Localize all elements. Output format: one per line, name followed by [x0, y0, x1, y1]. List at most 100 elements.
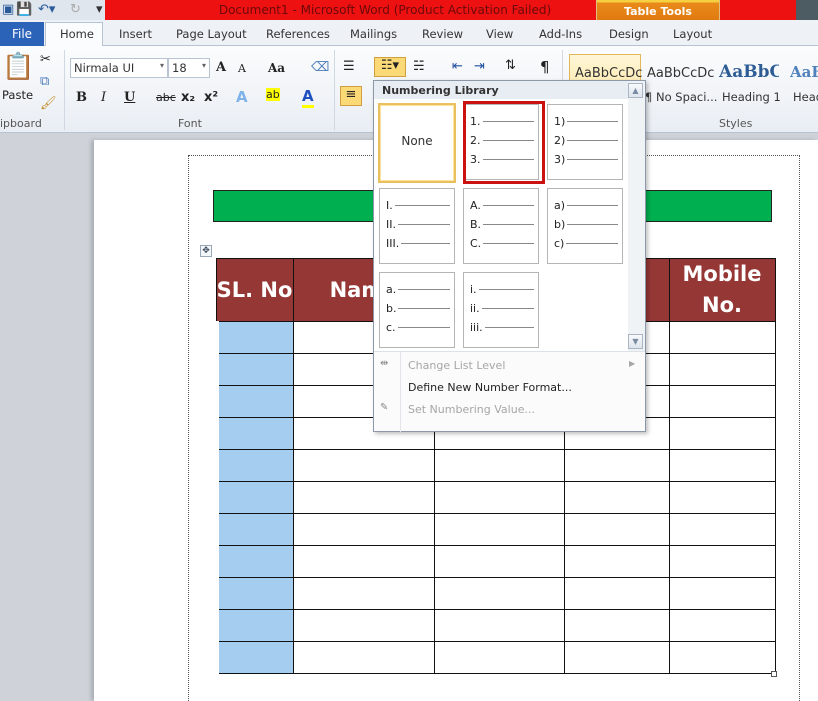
menu-set-numbering-value[interactable]: Set Numbering Value...: [408, 403, 535, 416]
tab-page-layout[interactable]: Page Layout: [176, 27, 247, 41]
table-cell[interactable]: [563, 641, 670, 674]
style-normal-preview[interactable]: AaBbCcDc: [575, 66, 642, 81]
multilevel-list-icon[interactable]: ☵: [413, 59, 425, 74]
italic-button[interactable]: I: [101, 90, 106, 105]
decrease-indent-icon[interactable]: ⇤: [452, 59, 463, 74]
subscript-button[interactable]: x₂: [181, 90, 195, 105]
style-no-spacing-preview[interactable]: AaBbCcDc: [647, 66, 714, 81]
strikethrough-button[interactable]: abc: [156, 91, 176, 104]
tab-layout[interactable]: Layout: [673, 27, 712, 41]
table-cell[interactable]: [433, 609, 565, 642]
table-cell[interactable]: [563, 513, 670, 546]
tab-view[interactable]: View: [486, 27, 513, 41]
align-left-icon[interactable]: ≡: [340, 86, 362, 106]
tab-home[interactable]: Home: [60, 27, 94, 41]
header-sl-no[interactable]: SL. No: [215, 258, 294, 322]
table-cell[interactable]: [213, 545, 294, 578]
scroll-up-icon[interactable]: ▲: [628, 83, 643, 98]
table-cell[interactable]: [213, 641, 294, 674]
grow-font-button[interactable]: A: [216, 60, 226, 75]
paste-icon[interactable]: 📋: [2, 52, 34, 82]
cut-icon[interactable]: ✂: [40, 52, 51, 67]
tab-references[interactable]: References: [266, 27, 330, 41]
table-cell[interactable]: [668, 321, 776, 354]
clear-formatting-icon[interactable]: ⌫: [311, 60, 329, 75]
style-heading2-preview[interactable]: AaB: [790, 63, 818, 81]
table-cell[interactable]: [668, 545, 776, 578]
tab-insert[interactable]: Insert: [119, 27, 152, 41]
superscript-button[interactable]: x²: [204, 90, 218, 105]
font-size-combo[interactable]: 18 ▾: [168, 58, 210, 78]
numbering-icon[interactable]: ☷▾: [374, 57, 406, 77]
text-effects-button[interactable]: A: [236, 88, 248, 106]
undo-icon[interactable]: ↶▾: [38, 2, 55, 17]
header-mobile-no[interactable]: Mobile No.: [668, 258, 776, 322]
table-cell[interactable]: [292, 449, 435, 482]
table-cell[interactable]: [563, 609, 670, 642]
table-cell[interactable]: [668, 577, 776, 610]
table-cell[interactable]: [668, 641, 776, 674]
sort-icon[interactable]: ⇅: [505, 58, 516, 73]
table-cell[interactable]: [668, 353, 776, 386]
numbering-option[interactable]: a) b) c): [547, 188, 623, 264]
tab-file[interactable]: File: [0, 22, 44, 46]
close-icon[interactable]: [796, 0, 818, 20]
numbering-option[interactable]: a. b. c.: [379, 272, 455, 348]
table-cell[interactable]: [668, 609, 776, 642]
gallery-scrollbar[interactable]: [628, 81, 645, 351]
table-cell[interactable]: [213, 609, 294, 642]
customize-icon[interactable]: ▾: [96, 2, 103, 17]
numbering-option[interactable]: 1) 2) 3): [547, 104, 623, 180]
table-cell[interactable]: [563, 481, 670, 514]
bullets-icon[interactable]: ☰: [343, 59, 355, 74]
menu-change-list-level[interactable]: Change List Level: [408, 359, 505, 372]
highlight-button[interactable]: ab: [266, 88, 280, 101]
underline-button[interactable]: U: [124, 90, 135, 105]
table-cell[interactable]: [433, 641, 565, 674]
numbering-option-none[interactable]: None: [378, 103, 456, 183]
table-cell[interactable]: [433, 545, 565, 578]
table-cell[interactable]: [668, 513, 776, 546]
show-formatting-button[interactable]: ¶: [540, 58, 550, 76]
table-cell[interactable]: [213, 385, 294, 418]
redo-icon[interactable]: ↻: [70, 2, 81, 17]
numbering-option[interactable]: A. B. C.: [463, 188, 539, 264]
table-cell[interactable]: [668, 385, 776, 418]
table-cell[interactable]: [292, 513, 435, 546]
table-cell[interactable]: [292, 481, 435, 514]
tab-review[interactable]: Review: [422, 27, 463, 41]
format-painter-icon[interactable]: 🖌: [40, 96, 57, 111]
table-cell[interactable]: [213, 417, 294, 450]
tab-mailings[interactable]: Mailings: [350, 27, 397, 41]
paste-button[interactable]: Paste: [2, 88, 33, 102]
scroll-down-icon[interactable]: ▼: [628, 334, 643, 349]
table-cell[interactable]: [292, 641, 435, 674]
tab-add-ins[interactable]: Add-Ins: [539, 27, 582, 41]
table-cell[interactable]: [668, 417, 776, 450]
table-cell[interactable]: [668, 481, 776, 514]
table-cell[interactable]: [563, 449, 670, 482]
word-icon[interactable]: ▣: [2, 2, 14, 17]
table-cell[interactable]: [213, 513, 294, 546]
change-case-button[interactable]: Aa: [268, 61, 285, 75]
table-cell[interactable]: [213, 449, 294, 482]
increase-indent-icon[interactable]: ⇥: [474, 59, 485, 74]
table-resize-handle[interactable]: [771, 671, 777, 677]
tab-design[interactable]: Design: [609, 27, 649, 41]
style-heading1-preview[interactable]: AaBbCc: [719, 62, 779, 82]
shrink-font-button[interactable]: A: [238, 62, 246, 75]
table-cell[interactable]: [563, 545, 670, 578]
copy-icon[interactable]: ⧉: [40, 74, 49, 89]
numbering-option[interactable]: i. ii. iii.: [463, 272, 539, 348]
table-cell[interactable]: [292, 545, 435, 578]
save-icon[interactable]: 💾: [16, 2, 32, 17]
table-cell[interactable]: [213, 577, 294, 610]
table-cell[interactable]: [213, 321, 294, 354]
bold-button[interactable]: B: [76, 90, 87, 105]
table-cell[interactable]: [292, 609, 435, 642]
table-move-handle-icon[interactable]: ✥: [200, 245, 212, 257]
table-cell[interactable]: [433, 481, 565, 514]
menu-define-new-number-format[interactable]: Define New Number Format...: [408, 381, 572, 394]
table-cell[interactable]: [433, 513, 565, 546]
table-cell[interactable]: [213, 481, 294, 514]
